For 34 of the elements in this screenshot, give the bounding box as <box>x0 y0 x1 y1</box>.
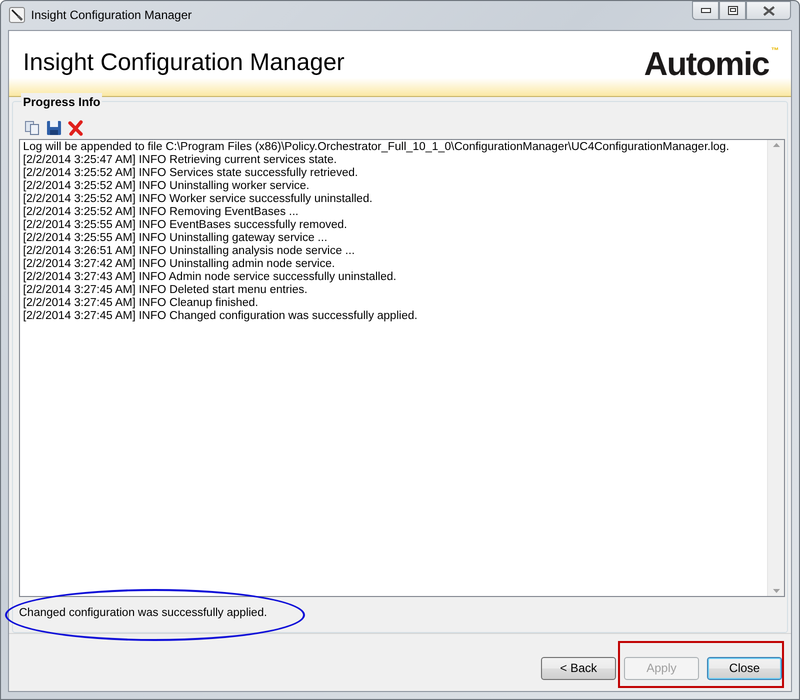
dialog-button[interactable]: < Back <box>541 656 616 680</box>
log-line: [2/2/2014 3:25:52 AM] INFO Removing EventBases ... <box>23 206 300 219</box>
log-line: [2/2/2014 3:27:43 AM] INFO Admin node service successfully uninstalled. <box>23 270 398 284</box>
log-line: [2/2/2014 3:25:47 AM] INFO Retrieving current services state. <box>23 154 338 167</box>
log-line: [2/2/2014 3:25:55 AM] INFO EventBases successfully removed. <box>23 218 348 232</box>
screwdriver-icon <box>9 7 25 23</box>
window-title: Insight Configuration Manager <box>31 7 192 24</box>
maximize-icon <box>728 6 738 15</box>
log-line: [2/2/2014 3:26:51 AM] INFO Uninstalling analysis node service ... <box>23 244 356 258</box>
minimize-icon <box>700 8 710 13</box>
scrollbar[interactable] <box>767 140 784 596</box>
scroll-up-icon[interactable] <box>772 142 780 147</box>
copy-icon[interactable] <box>24 120 40 136</box>
minimize-button[interactable] <box>692 1 719 20</box>
close-button[interactable] <box>746 1 791 20</box>
log-line: [2/2/2014 3:27:42 AM] INFO Uninstalling admin node service. <box>23 258 336 271</box>
maximize-button[interactable] <box>719 1 746 20</box>
dialog-button[interactable]: Close <box>707 656 782 680</box>
log-line: [2/2/2014 3:25:55 AM] INFO Uninstalling gateway service ... <box>23 232 328 245</box>
scroll-down-icon[interactable] <box>772 588 780 593</box>
status-text: Changed configuration was successfully applied. <box>19 606 268 619</box>
log-line: [2/2/2014 3:27:45 AM] INFO Deleted start menu entries. <box>23 284 308 297</box>
header-title: Insight Configuration Manager <box>23 48 345 78</box>
log-line: [2/2/2014 3:25:52 AM] INFO Services state successfully retrieved. <box>23 166 359 180</box>
logo: Automic™ <box>644 44 779 84</box>
log-line: [2/2/2014 3:27:45 AM] INFO Cleanup finished. <box>23 296 260 310</box>
group-title: Progress Info <box>21 92 102 111</box>
log-line: Log will be appended to file C:\Program Files (x86)\Policy.Orchestrator_Full_10_1_0\ConfigurationManager\UC4ConfigurationManager.log. <box>23 140 730 154</box>
save-icon[interactable] <box>46 120 62 136</box>
close-icon <box>762 6 774 16</box>
log-line: [2/2/2014 3:25:52 AM] INFO Worker service successfully uninstalled. <box>23 192 374 206</box>
log-line: [2/2/2014 3:27:45 AM] INFO Changed configuration was successfully applied. <box>23 310 418 323</box>
log-line: [2/2/2014 3:25:52 AM] INFO Uninstalling worker service. <box>23 180 310 193</box>
delete-icon[interactable] <box>68 120 84 136</box>
